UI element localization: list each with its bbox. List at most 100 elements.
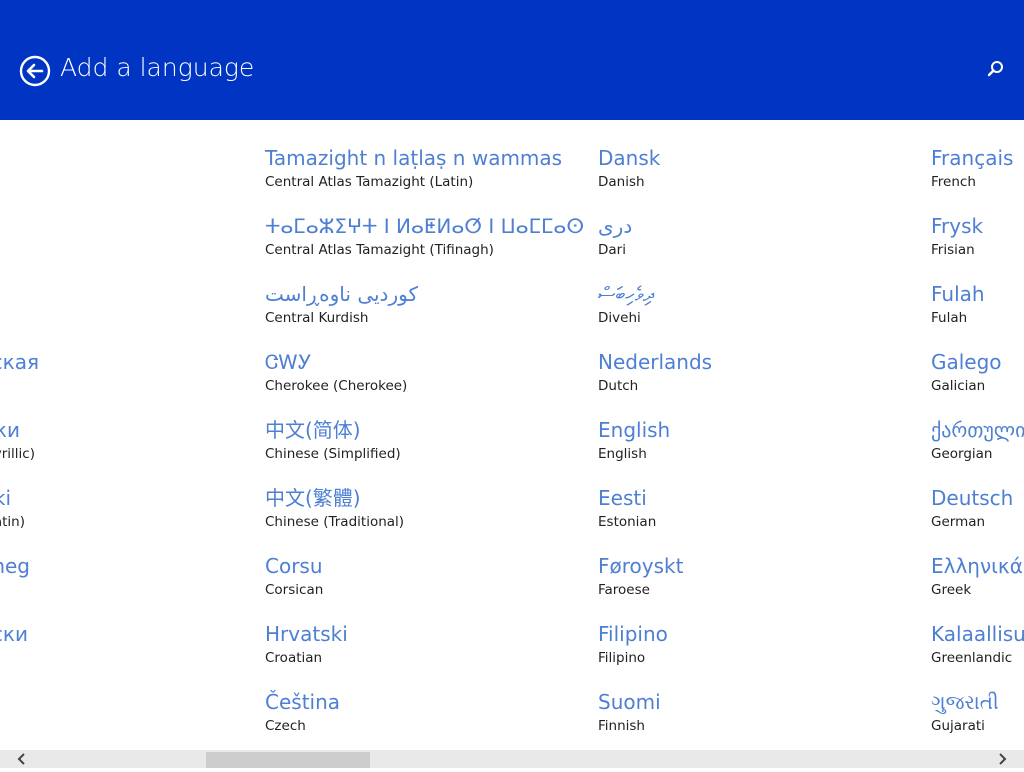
language-item[interactable]: Kalaallisut Greenlandic bbox=[931, 620, 1024, 680]
language-native-name: Hrvatski bbox=[265, 622, 348, 646]
language-native-name: Suomi bbox=[598, 690, 661, 714]
language-native-name: ქართული bbox=[931, 418, 1024, 442]
app-header: Add a language bbox=[0, 0, 1024, 120]
language-item[interactable]: Ελληνικά Greek bbox=[931, 552, 1024, 612]
language-english-name: Divehi bbox=[598, 310, 641, 326]
language-native-name: Dansk bbox=[598, 146, 661, 170]
language-native-name: ᏣᎳᎩ bbox=[265, 350, 312, 374]
scroll-left-button[interactable] bbox=[12, 750, 32, 768]
language-english-name: Gujarati bbox=[931, 718, 985, 734]
language-native-name: neg bbox=[0, 554, 30, 578]
language-item[interactable]: ქართული Georgian bbox=[931, 416, 1024, 476]
language-item[interactable]: neg bbox=[0, 552, 30, 612]
language-item[interactable]: درى Dari bbox=[598, 212, 938, 272]
language-native-name: 中文(繁體) bbox=[265, 486, 361, 510]
language-item[interactable]: ᏣᎳᎩ Cherokee (Cherokee) bbox=[265, 348, 605, 408]
language-english-name: Chinese (Traditional) bbox=[265, 514, 405, 530]
language-item[interactable]: Suomi Finnish bbox=[598, 688, 938, 748]
language-english-name: Central Atlas Tamazight (Latin) bbox=[265, 174, 474, 190]
language-english-name: Croatian bbox=[265, 650, 323, 666]
language-item[interactable]: Fulah Fulah bbox=[931, 280, 1024, 340]
language-item[interactable] bbox=[0, 280, 7, 340]
language-native-name: Føroyskt bbox=[598, 554, 684, 578]
language-item[interactable]: ki atin) bbox=[0, 484, 25, 544]
chevron-right-icon bbox=[999, 753, 1007, 765]
language-native-name: Ελληνικά bbox=[931, 554, 1023, 578]
language-english-name: Czech bbox=[265, 718, 306, 734]
language-item[interactable]: Deutsch German bbox=[931, 484, 1024, 544]
language-item[interactable]: Corsu Corsican bbox=[265, 552, 605, 612]
language-english-name: Estonian bbox=[598, 514, 657, 530]
language-english-name: yrillic) bbox=[0, 446, 35, 462]
language-native-name: ки bbox=[0, 418, 20, 442]
language-native-name: درى bbox=[598, 214, 633, 238]
language-item[interactable]: Føroyskt Faroese bbox=[598, 552, 938, 612]
language-column-4: Français French Frysk Frisian Fulah Fulah G… bbox=[931, 144, 1024, 750]
language-item[interactable]: ски bbox=[0, 620, 28, 680]
language-item[interactable]: کوردیی ناوەڕاست Central Kurdish bbox=[265, 280, 605, 340]
language-native-name: Deutsch bbox=[931, 486, 1014, 510]
language-grid: от ская ки yrillic) ki atin) neg ски Tamaz… bbox=[0, 120, 1024, 750]
language-english-name: atin) bbox=[0, 514, 25, 530]
chevron-left-icon bbox=[17, 753, 25, 765]
language-item[interactable]: от bbox=[0, 212, 7, 272]
language-english-name: Dari bbox=[598, 242, 626, 258]
language-item[interactable]: ская bbox=[0, 348, 39, 408]
language-native-name: ગુજરાતી bbox=[931, 690, 999, 714]
language-item[interactable]: Galego Galician bbox=[931, 348, 1024, 408]
language-item[interactable]: Čeština Czech bbox=[265, 688, 605, 748]
language-item[interactable]: 中文(繁體) Chinese (Traditional) bbox=[265, 484, 605, 544]
language-english-name: Central Kurdish bbox=[265, 310, 369, 326]
language-native-name: Eesti bbox=[598, 486, 647, 510]
language-item[interactable] bbox=[0, 688, 7, 748]
scroll-thumb[interactable] bbox=[206, 752, 370, 768]
language-native-name: Corsu bbox=[265, 554, 323, 578]
language-english-name: Greenlandic bbox=[931, 650, 1013, 666]
language-native-name: ская bbox=[0, 350, 39, 374]
horizontal-scrollbar[interactable] bbox=[0, 750, 1024, 768]
language-native-name: ki bbox=[0, 486, 11, 510]
language-item[interactable]: ދިވެހިބަސް Divehi bbox=[598, 280, 938, 340]
language-native-name: Galego bbox=[931, 350, 1002, 374]
scroll-right-button[interactable] bbox=[992, 750, 1012, 768]
search-button[interactable] bbox=[984, 58, 1006, 82]
language-item[interactable]: 中文(简体) Chinese (Simplified) bbox=[265, 416, 605, 476]
language-item[interactable]: ки yrillic) bbox=[0, 416, 35, 476]
language-english-name: German bbox=[931, 514, 986, 530]
language-item[interactable]: Filipino Filipino bbox=[598, 620, 938, 680]
language-english-name: Georgian bbox=[931, 446, 993, 462]
back-arrow-circle-icon bbox=[19, 55, 51, 87]
language-item[interactable]: Frysk Frisian bbox=[931, 212, 1024, 272]
language-english-name: French bbox=[931, 174, 976, 190]
back-button[interactable] bbox=[19, 55, 51, 87]
language-english-name: Fulah bbox=[931, 310, 968, 326]
language-english-name: Dutch bbox=[598, 378, 639, 394]
language-native-name: Frysk bbox=[931, 214, 984, 238]
language-english-name: Danish bbox=[598, 174, 645, 190]
language-item[interactable]: Eesti Estonian bbox=[598, 484, 938, 544]
language-item[interactable]: ગુજરાતી Gujarati bbox=[931, 688, 1024, 748]
language-english-name: Chinese (Simplified) bbox=[265, 446, 401, 462]
language-native-name: ски bbox=[0, 622, 28, 646]
language-item[interactable]: ⵜⴰⵎⴰⵣⵉⵖⵜ ⵏ ⵍⴰⵟⵍⴰⵚ ⵏ ⵡⴰⵎⵎⴰⵙ Central Atlas … bbox=[265, 212, 605, 272]
search-icon bbox=[987, 61, 1003, 77]
language-item[interactable]: English English bbox=[598, 416, 938, 476]
language-item[interactable]: Nederlands Dutch bbox=[598, 348, 938, 408]
language-item[interactable] bbox=[0, 144, 7, 204]
language-native-name: 中文(简体) bbox=[265, 418, 361, 442]
language-native-name: Français bbox=[931, 146, 1014, 170]
language-english-name: English bbox=[598, 446, 647, 462]
language-item[interactable]: Dansk Danish bbox=[598, 144, 938, 204]
language-english-name: Faroese bbox=[598, 582, 650, 598]
language-english-name: Frisian bbox=[931, 242, 975, 258]
language-item[interactable]: Tamazight n laṭlaṣ n wammas Central Atlas… bbox=[265, 144, 605, 204]
language-english-name: Corsican bbox=[265, 582, 324, 598]
language-native-name: English bbox=[598, 418, 671, 442]
language-english-name: Filipino bbox=[598, 650, 646, 666]
page-title: Add a language bbox=[60, 53, 255, 82]
language-item[interactable]: Hrvatski Croatian bbox=[265, 620, 605, 680]
language-native-name: ދިވެހިބަސް bbox=[598, 282, 654, 306]
language-item[interactable]: Français French bbox=[931, 144, 1024, 204]
language-english-name: Galician bbox=[931, 378, 986, 394]
language-native-name: Fulah bbox=[931, 282, 985, 306]
